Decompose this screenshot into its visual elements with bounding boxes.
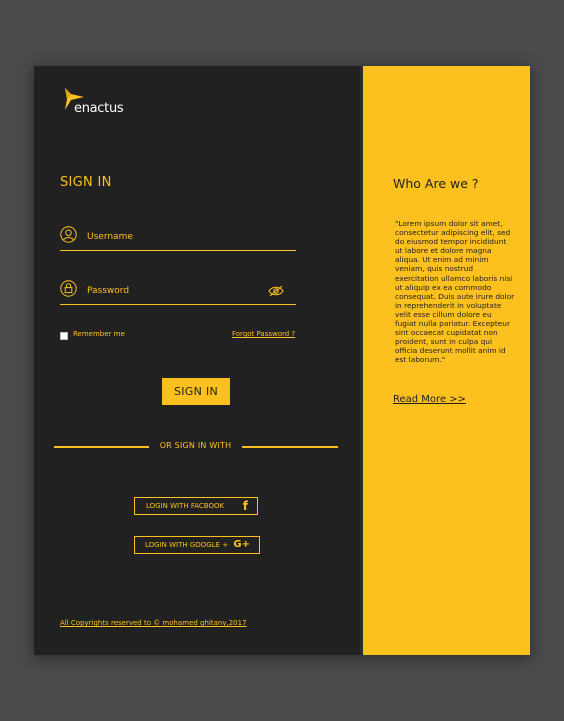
facebook-login-label: LOGIN WITH FACBOOK: [146, 502, 225, 510]
google-login-button[interactable]: LOGIN WITH GOOGLE + G+: [134, 536, 260, 554]
user-icon: [60, 226, 77, 243]
facebook-icon: f: [242, 499, 248, 513]
remember-me-checkbox[interactable]: [60, 332, 68, 340]
about-heading: Who Are we ?: [393, 176, 479, 191]
google-plus-icon: G+: [233, 539, 250, 550]
logo-text: enactus: [74, 101, 124, 116]
username-field[interactable]: Username: [60, 226, 296, 251]
sign-in-heading: SIGN IN: [60, 175, 112, 190]
password-field[interactable]: Password: [60, 280, 296, 305]
divider-right: [242, 446, 338, 448]
sign-in-panel: enactus SIGN IN Username Password Rememb…: [34, 66, 360, 655]
username-placeholder: Username: [87, 232, 133, 242]
about-text: "Lorem ipsum dolor sit amet, consectetur…: [395, 219, 515, 365]
facebook-login-button[interactable]: LOGIN WITH FACBOOK f: [134, 497, 258, 515]
forgot-password-link[interactable]: Forgot Password ?: [232, 330, 295, 338]
sign-in-button[interactable]: SIGN IN: [162, 378, 230, 405]
remember-me-label: Remember me: [73, 330, 125, 338]
hide-password-icon[interactable]: [268, 285, 284, 297]
password-placeholder: Password: [87, 286, 130, 296]
or-sign-in-with-text: OR SIGN IN WITH: [159, 441, 232, 450]
lock-icon: [60, 280, 77, 297]
divider-left: [54, 446, 149, 448]
read-more-link[interactable]: Read More >>: [393, 394, 466, 405]
login-card: enactus SIGN IN Username Password Rememb…: [34, 66, 530, 655]
copyright-link[interactable]: All Copyrights reserved to © mohamed ghi…: [60, 619, 247, 627]
google-login-label: LOGIN WITH GOOGLE +: [145, 541, 229, 549]
enactus-logo[interactable]: enactus: [62, 88, 162, 118]
about-panel: Who Are we ? "Lorem ipsum dolor sit amet…: [363, 66, 530, 655]
